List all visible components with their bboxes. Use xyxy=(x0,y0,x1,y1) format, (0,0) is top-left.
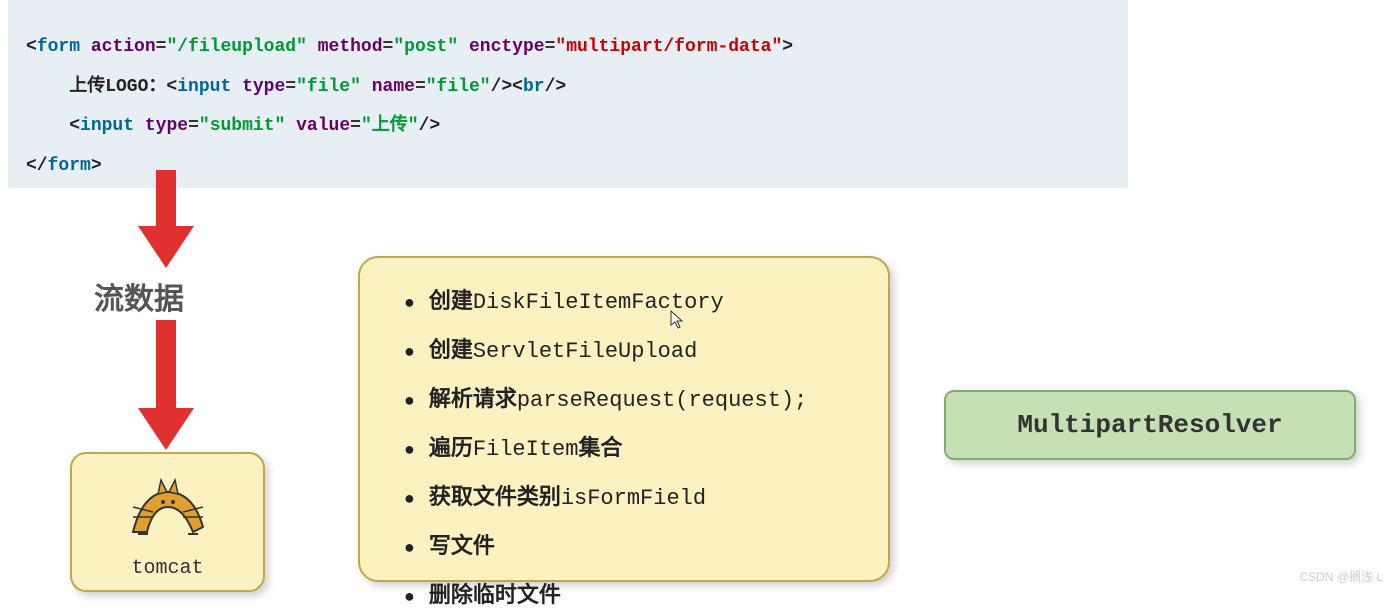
list-item: 删除临时文件 xyxy=(404,578,864,613)
tag-form: form xyxy=(37,37,80,57)
steps-list: 创建DiskFileItemFactory 创建ServletFileUploa… xyxy=(404,284,864,613)
stream-data-label: 流数据 xyxy=(94,274,184,318)
tomcat-icon xyxy=(123,472,213,546)
list-item: 写文件 xyxy=(404,529,864,564)
watermark: CSDN @搁浅 L xyxy=(1299,568,1383,585)
list-item: 获取文件类别isFormField xyxy=(404,480,864,515)
arrow-down-icon xyxy=(138,170,194,268)
list-item: 遍历FileItem集合 xyxy=(404,431,864,466)
list-item: 创建DiskFileItemFactory xyxy=(404,284,864,319)
multipart-resolver-label: MultipartResolver xyxy=(1017,410,1282,440)
tomcat-box: tomcat xyxy=(70,452,265,592)
arrow-down-icon xyxy=(138,320,194,450)
steps-box: 创建DiskFileItemFactory 创建ServletFileUploa… xyxy=(358,256,890,582)
multipart-resolver-box: MultipartResolver xyxy=(944,390,1356,460)
list-item: 创建ServletFileUpload xyxy=(404,333,864,368)
code-block: <form action="/fileupload" method="post"… xyxy=(8,0,1128,188)
list-item: 解析请求parseRequest(request); xyxy=(404,382,864,417)
cursor-icon xyxy=(670,310,684,335)
tomcat-label: tomcat xyxy=(72,557,263,580)
